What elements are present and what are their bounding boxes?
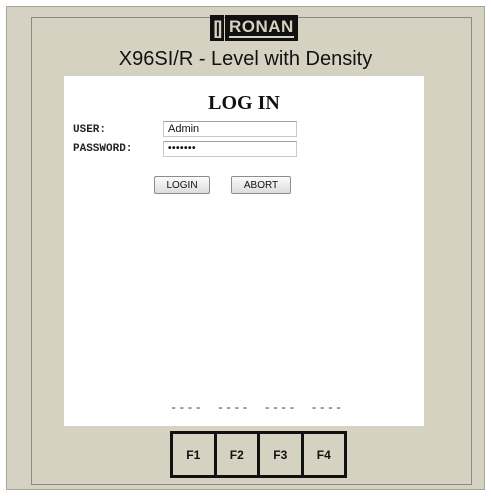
status-dash-2: ---- bbox=[216, 401, 250, 415]
status-dash-3: ---- bbox=[263, 401, 297, 415]
ronan-logo-icon: [| bbox=[210, 15, 224, 41]
display-screen: LOG IN USER: Admin PASSWORD: ••••••• LOG… bbox=[64, 76, 424, 426]
password-label: PASSWORD: bbox=[73, 143, 133, 155]
status-dash-4: ---- bbox=[310, 401, 344, 415]
status-dash-1: ---- bbox=[170, 401, 203, 415]
status-dashes: ---- ---- ---- ---- bbox=[170, 401, 350, 415]
f1-button[interactable]: F1 bbox=[173, 434, 214, 475]
login-title: LOG IN bbox=[208, 92, 280, 114]
ronan-logo: [| RONAN bbox=[210, 15, 298, 41]
f4-button[interactable]: F4 bbox=[300, 434, 345, 475]
user-input[interactable]: Admin bbox=[163, 121, 297, 137]
login-button[interactable]: LOGIN bbox=[154, 176, 210, 194]
password-input[interactable]: ••••••• bbox=[163, 141, 297, 157]
function-key-bar: F1 F2 F3 F4 bbox=[170, 431, 347, 478]
f2-button[interactable]: F2 bbox=[213, 434, 258, 475]
user-label: USER: bbox=[73, 124, 107, 136]
f3-button[interactable]: F3 bbox=[257, 434, 301, 475]
logo-text: RONAN bbox=[229, 17, 294, 38]
model-title: X96SI/R - Level with Density bbox=[118, 48, 373, 70]
abort-button[interactable]: ABORT bbox=[231, 176, 291, 194]
